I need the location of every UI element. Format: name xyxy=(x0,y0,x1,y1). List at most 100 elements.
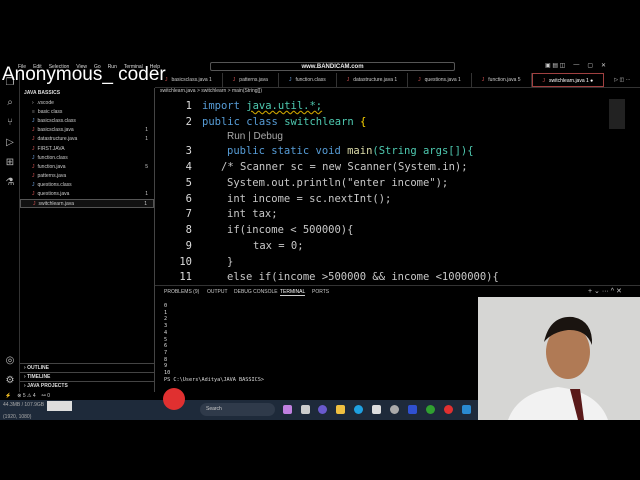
editor-tabs: Jbasicsclass.java 1 Jpatterns.java Jfunc… xyxy=(155,73,640,88)
file-item[interactable]: Jfunction.class xyxy=(20,153,154,162)
file-label: basicsclass.java xyxy=(37,127,74,134)
tab-label: function.java 5 xyxy=(488,77,521,83)
terminal-line: 3 xyxy=(164,323,168,330)
file-item[interactable]: Jquestions.class xyxy=(20,181,154,190)
tab-debug-console[interactable]: DEBUG CONSOLE xyxy=(234,289,278,295)
code-token: import xyxy=(202,100,247,112)
file-item[interactable]: Jquestions.java 1 xyxy=(20,190,154,199)
tab-problems[interactable]: PROBLEMS (9) xyxy=(164,289,199,295)
timeline-section[interactable]: › TIMELINE xyxy=(20,372,155,381)
code-line: int income = sc.nextInt(); xyxy=(227,193,392,205)
run-button[interactable]: ▷ ◫ ··· xyxy=(604,73,640,87)
code-line: } xyxy=(227,256,234,268)
minimap[interactable] xyxy=(609,99,625,129)
edge-icon[interactable] xyxy=(354,405,363,414)
java-projects-section[interactable]: › JAVA PROJECTS xyxy=(20,381,155,390)
tab-ports[interactable]: PORTS xyxy=(312,289,329,295)
tab-label: PROBLEMS xyxy=(164,289,192,295)
tab[interactable]: Jquestions.java 1 xyxy=(408,73,472,87)
ports-count: 0 xyxy=(47,393,51,399)
recorder-watermark: www.BANDICAM.com xyxy=(301,64,364,70)
file-item[interactable]: J FIRST.JAVA xyxy=(20,144,154,153)
memory-readout: 44.3MB / 107.9GB xyxy=(3,402,45,408)
file-item-selected[interactable]: Jswitchlearn.java 1 xyxy=(20,199,154,209)
line-number: 4 xyxy=(185,161,192,173)
line-number: 8 xyxy=(185,224,192,236)
explorer-folder-title[interactable]: JAVA BASSICS xyxy=(20,88,154,98)
resolution-readout: (1920, 1080) xyxy=(3,414,32,420)
app-icon[interactable] xyxy=(408,405,417,414)
code-token: public static void xyxy=(227,145,348,157)
minimize-button[interactable]: — xyxy=(573,62,579,69)
file-item[interactable]: Jpatterns.java xyxy=(20,172,154,181)
line-number: 7 xyxy=(185,208,192,220)
line-number: 11 xyxy=(179,271,192,283)
file-item[interactable]: › .vscode xyxy=(20,98,154,107)
file-label: datastructure.java xyxy=(37,136,78,143)
code-token: switchlearn xyxy=(284,116,361,128)
file-item[interactable]: Jbasicsclass.java 1 xyxy=(20,126,154,135)
code-token: public class xyxy=(202,116,285,128)
remote-icon[interactable]: ⚡ xyxy=(5,393,11,399)
tab-label: patterns.java xyxy=(239,77,268,83)
file-label: basic class xyxy=(37,108,63,115)
tab[interactable]: Jfunction.java 5 xyxy=(472,73,532,87)
breadcrumb[interactable]: switchlearn.java > switchlearn > main(St… xyxy=(160,88,262,94)
tab-active[interactable]: Jswitchlearn.java 1 ● xyxy=(531,73,605,87)
account-icon[interactable]: ◎ xyxy=(0,351,20,371)
xbox-icon[interactable] xyxy=(426,405,435,414)
tab[interactable]: Jpatterns.java xyxy=(223,73,279,87)
run-debug-icon[interactable]: ▷ xyxy=(0,133,20,153)
run-debug-codelens[interactable]: Run | Debug xyxy=(227,131,283,142)
problem-badge: 1 xyxy=(145,191,148,198)
record-button[interactable] xyxy=(163,388,185,410)
outline-section[interactable]: › OUTLINE xyxy=(20,363,155,372)
line-number: 2 xyxy=(185,116,192,128)
task-view-icon[interactable] xyxy=(301,405,310,414)
tab-terminal[interactable]: TERMINAL xyxy=(280,289,306,296)
testing-icon[interactable]: ⚗ xyxy=(0,173,20,193)
terminal-line: 6 xyxy=(164,343,168,350)
file-explorer-icon[interactable] xyxy=(336,405,345,414)
code-line: System.out.println("enter income"); xyxy=(227,177,449,189)
terminal-output[interactable]: 0 1 2 3 4 5 6 7 8 9 10 PS C:\Users\Adity… xyxy=(164,303,264,383)
terminal-line: 9 xyxy=(164,363,168,370)
line-number: 1 xyxy=(185,100,192,112)
code-token: { xyxy=(360,116,367,128)
problems-status[interactable]: ⊗ 5 ⚠ 4 xyxy=(17,393,35,399)
maximize-button[interactable]: ▢ xyxy=(587,62,593,69)
source-control-icon[interactable]: ⑂ xyxy=(0,113,20,133)
file-item[interactable]: Jbasicsclass.class xyxy=(20,116,154,125)
layout-icon[interactable]: ▣ ▤ ◫ xyxy=(545,62,565,69)
gear-icon[interactable]: ⚙ xyxy=(0,371,20,391)
tab-output[interactable]: OUTPUT xyxy=(207,289,228,295)
file-item[interactable]: Jfunction.java 5 xyxy=(20,162,154,171)
terminal-line: 2 xyxy=(164,316,168,323)
line-number: 10 xyxy=(179,256,192,268)
settings-icon[interactable] xyxy=(390,405,399,414)
file-item[interactable]: Jdatastructure.java 1 xyxy=(20,135,154,144)
panel-actions[interactable]: + ⌄ ··· ^ ✕ xyxy=(588,287,622,295)
search-icon[interactable]: ⌕ xyxy=(0,93,20,113)
close-button[interactable]: ✕ xyxy=(601,62,606,69)
bandicam-icon[interactable] xyxy=(444,405,453,414)
thumbnail xyxy=(47,401,72,411)
code-editor[interactable]: 1 2 3 4 5 6 7 8 9 10 11 import java.util… xyxy=(155,97,640,285)
line-number: 5 xyxy=(185,177,192,189)
command-center[interactable]: www.BANDICAM.com xyxy=(210,62,455,71)
terminal-line: 5 xyxy=(164,336,168,343)
terminal-line: 0 xyxy=(164,303,168,309)
vscode-icon[interactable] xyxy=(462,405,471,414)
ports-status[interactable]: ⚯ 0 xyxy=(42,393,50,399)
presenter-video xyxy=(478,297,640,420)
store-icon[interactable] xyxy=(372,405,381,414)
teams-icon[interactable] xyxy=(318,405,327,414)
problem-badge: 1 xyxy=(144,200,147,207)
tab[interactable]: Jdatastructure.java 1 xyxy=(337,73,409,87)
file-item[interactable]: ≡ basic class xyxy=(20,107,154,116)
taskbar-search[interactable]: Search xyxy=(200,403,275,416)
tab-label: basicsclass.java 1 xyxy=(171,77,212,83)
tab[interactable]: Jfunction.class xyxy=(279,73,337,87)
extensions-icon[interactable]: ⊞ xyxy=(0,153,20,173)
widgets-icon[interactable] xyxy=(283,405,292,414)
